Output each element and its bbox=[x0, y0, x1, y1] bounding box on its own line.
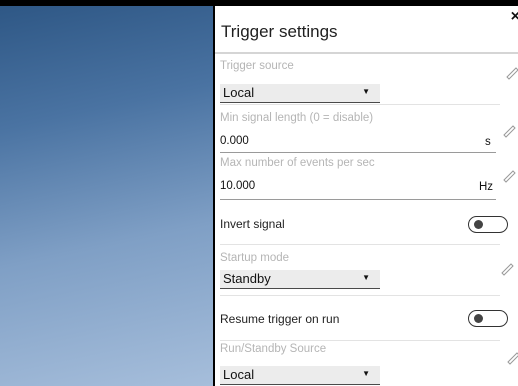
resume-trigger-toggle[interactable] bbox=[468, 310, 508, 327]
startup-mode-label: Startup mode bbox=[220, 252, 290, 264]
toggle-knob bbox=[474, 220, 483, 229]
max-events-label: Max number of events per sec bbox=[220, 157, 375, 169]
min-signal-length-unit: s bbox=[485, 136, 491, 148]
pencil-icon[interactable] bbox=[501, 167, 517, 183]
resume-trigger-label: Resume trigger on run bbox=[220, 312, 340, 326]
trigger-settings-panel: × Trigger settings Trigger source Local … bbox=[215, 6, 518, 386]
chevron-down-icon: ▼ bbox=[362, 369, 370, 378]
pencil-icon[interactable] bbox=[499, 260, 515, 276]
startup-mode-value: Standby bbox=[223, 271, 271, 286]
toggle-knob bbox=[474, 314, 483, 323]
startup-mode-select[interactable]: Standby ▼ bbox=[220, 270, 380, 289]
run-standby-source-value: Local bbox=[223, 367, 255, 382]
chevron-down-icon: ▼ bbox=[362, 273, 370, 282]
min-signal-length-input[interactable]: 0.000 bbox=[220, 135, 249, 147]
run-standby-source-select[interactable]: Local ▼ bbox=[220, 366, 380, 385]
trigger-source-select[interactable]: Local ▼ bbox=[220, 84, 380, 103]
run-standby-source-label: Run/Standby Source bbox=[220, 343, 327, 355]
invert-signal-toggle[interactable] bbox=[468, 216, 508, 233]
background-wallpaper bbox=[0, 0, 213, 386]
row-divider bbox=[220, 244, 500, 245]
max-events-input[interactable]: 10.000 bbox=[220, 180, 255, 192]
pencil-icon[interactable] bbox=[501, 122, 517, 138]
row-divider bbox=[220, 295, 500, 296]
row-divider bbox=[220, 340, 500, 341]
max-events-underline bbox=[220, 199, 496, 200]
min-signal-length-label: Min signal length (0 = disable) bbox=[220, 112, 374, 124]
chevron-down-icon: ▼ bbox=[362, 87, 370, 96]
row-divider bbox=[220, 104, 500, 105]
pencil-icon[interactable] bbox=[504, 64, 518, 80]
trigger-source-value: Local bbox=[223, 85, 255, 100]
panel-title: Trigger settings bbox=[221, 22, 338, 41]
max-events-unit: Hz bbox=[479, 181, 494, 193]
pencil-icon[interactable] bbox=[505, 349, 518, 365]
invert-signal-label: Invert signal bbox=[220, 217, 285, 231]
title-divider bbox=[215, 52, 518, 54]
min-signal-length-underline bbox=[220, 152, 496, 153]
trigger-source-label: Trigger source bbox=[220, 60, 294, 72]
close-icon[interactable]: × bbox=[511, 8, 518, 26]
